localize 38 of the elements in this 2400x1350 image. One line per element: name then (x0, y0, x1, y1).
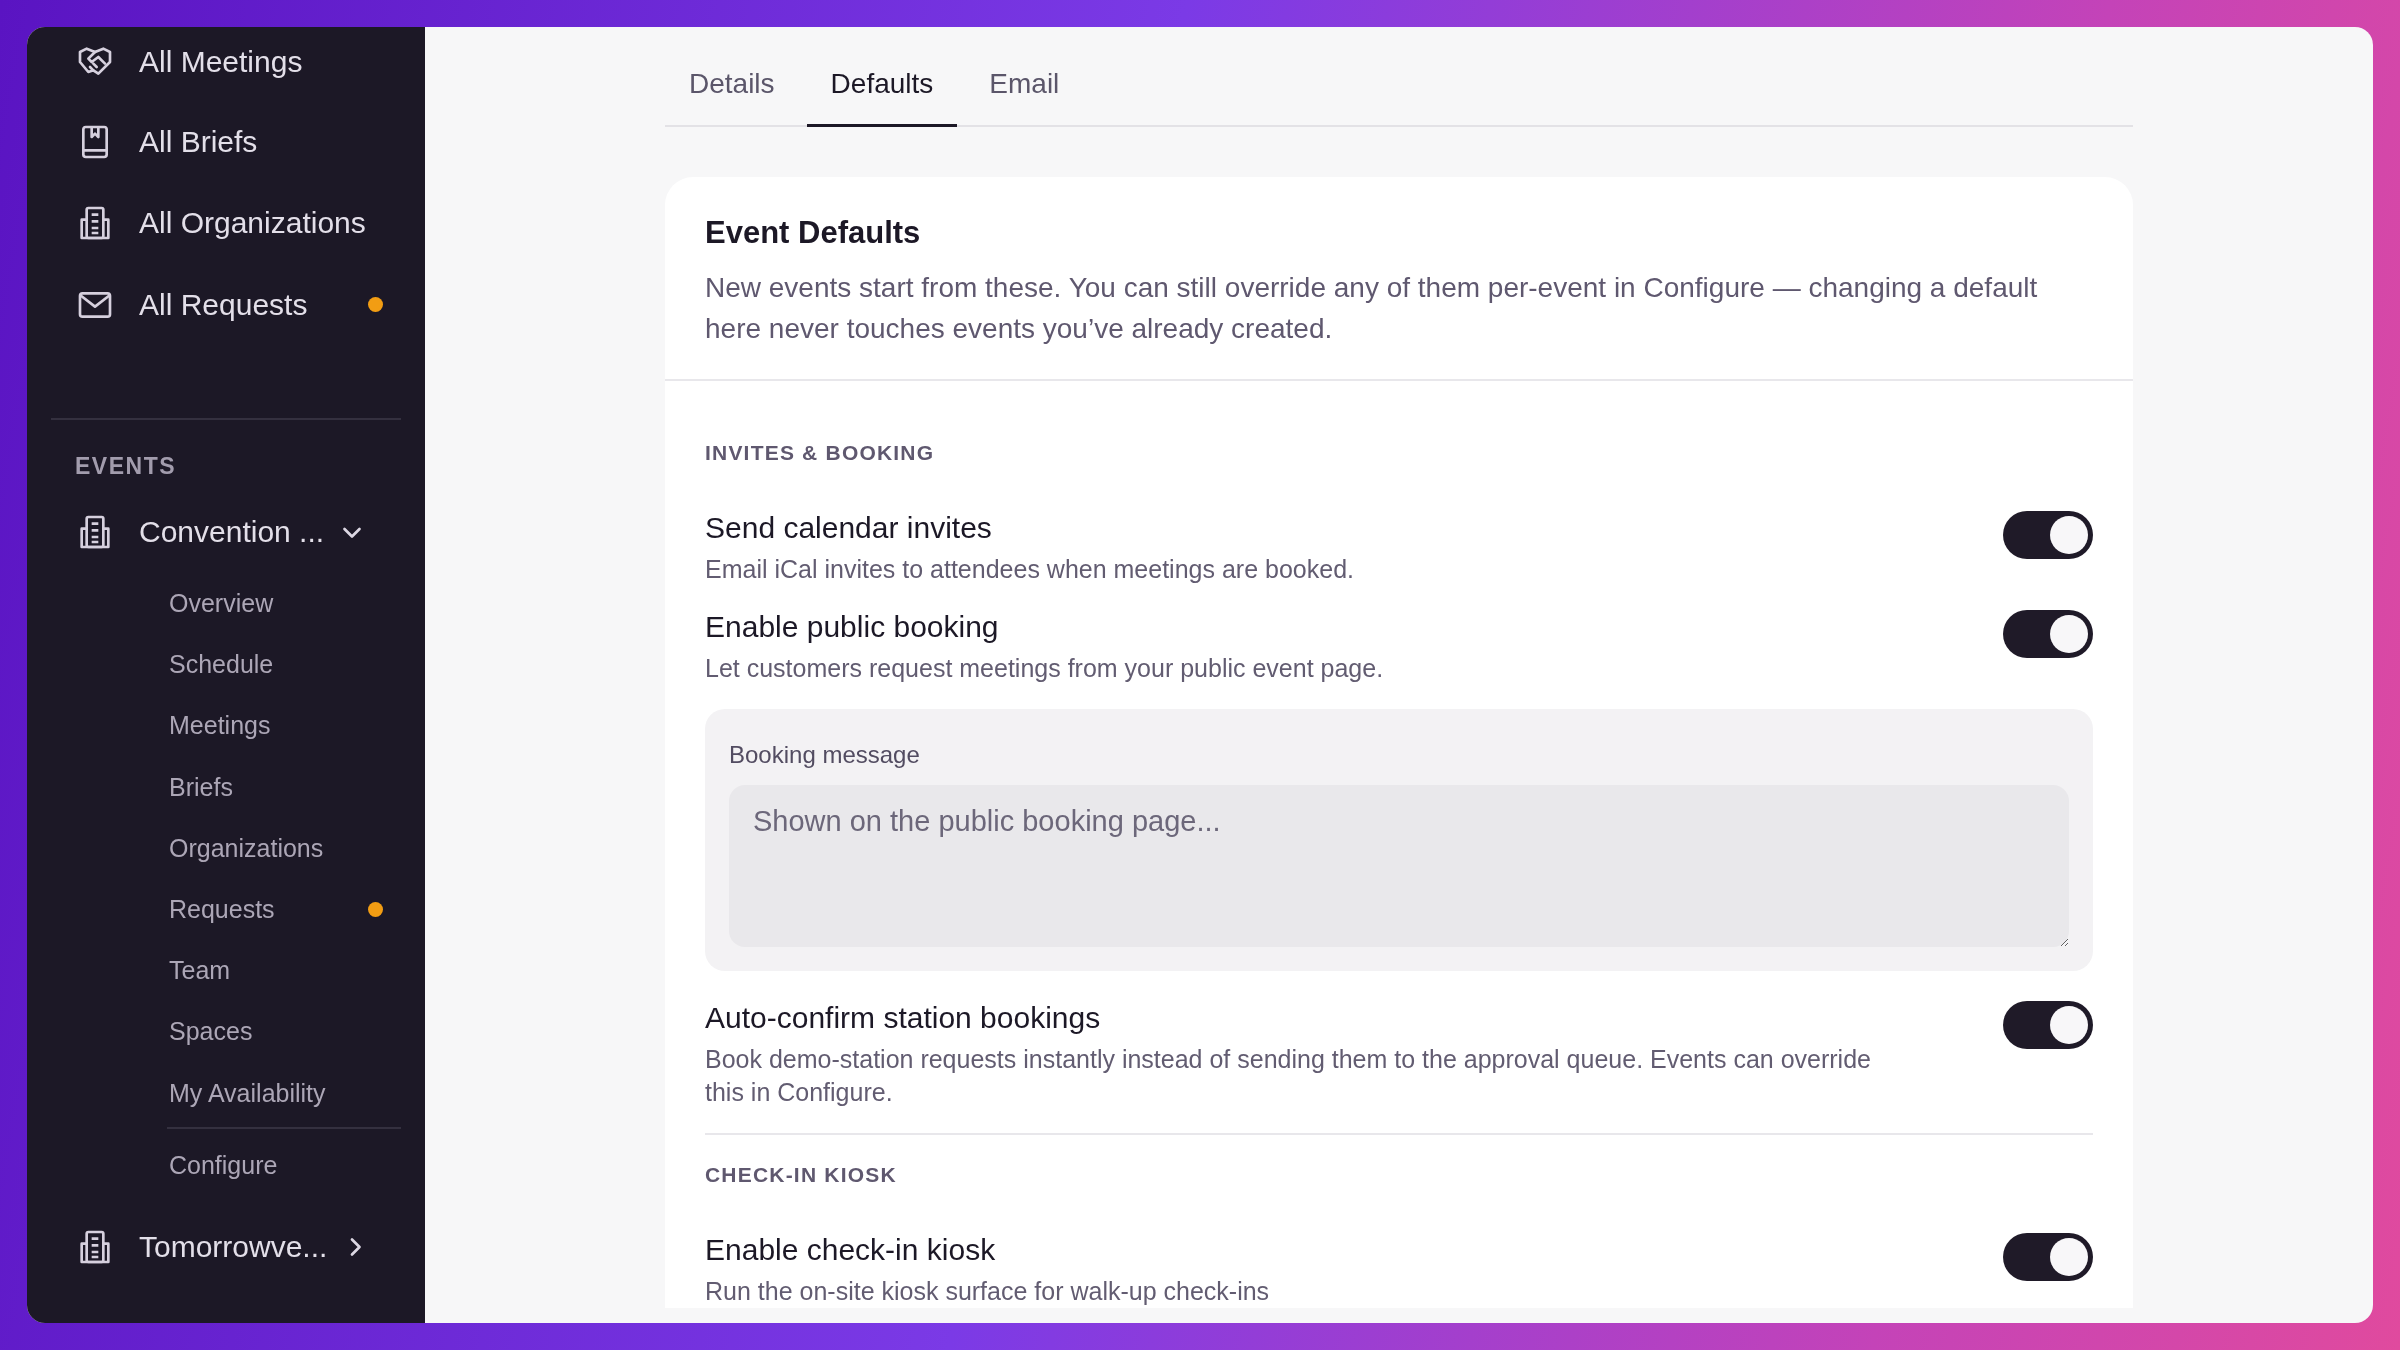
setting-description: Email iCal invites to attendees when meetings are booked. (705, 554, 1354, 585)
sidebar-sub-link[interactable]: Organizations (169, 833, 324, 863)
nav-link[interactable]: All Briefs (139, 124, 258, 159)
tab[interactable]: Details (665, 68, 799, 127)
nav-link[interactable]: All Requests (139, 287, 308, 322)
tab[interactable]: Email (965, 68, 1084, 127)
field-label: Booking message (729, 741, 921, 769)
toggle-switch[interactable] (2003, 610, 2093, 658)
toggle-switch[interactable] (2003, 1233, 2093, 1281)
section-label: EVENTS (75, 451, 178, 481)
sidebar-sub-link[interactable]: Schedule (169, 650, 274, 680)
sidebar-sub-link[interactable]: Team (169, 956, 231, 986)
sidebar-sub-link[interactable]: Spaces (169, 1017, 253, 1047)
nav-link[interactable]: All Organizations (139, 206, 366, 241)
setting-title: Enable public booking (705, 610, 1000, 644)
toggle-switch[interactable] (2003, 511, 2093, 559)
section-heading: INVITES & BOOKING (705, 441, 936, 465)
message-field[interactable]: Shown on the public booking page... (729, 785, 2069, 947)
setting-description: Book demo-station requests instantly instead of sending them to the approval queue. Events can override this in Configure. (705, 1044, 1872, 1108)
card-description: New events start from these. You can still override any of them per-event in Configure — changing a default here never touches events you’ve already created. (705, 271, 2039, 346)
sidebar-sub-link[interactable]: Briefs (169, 772, 233, 802)
tab[interactable]: Defaults (806, 68, 958, 127)
card-title: Event Defaults (705, 215, 922, 251)
sidebar-sub-link[interactable]: Requests (169, 895, 275, 925)
sidebar-sub-link[interactable]: Overview (169, 589, 274, 619)
setting-title: Send calendar invites (705, 511, 993, 545)
setting-title: Auto-confirm station bookings (705, 1001, 1102, 1035)
setting-description: Run the on-site kiosk surface for walk-up check-ins (705, 1276, 1270, 1307)
nav-link[interactable]: All Meetings (139, 45, 303, 79)
event-link[interactable]: Convention ... (139, 515, 325, 550)
section-heading: CHECK-IN KIOSK (705, 1163, 898, 1187)
event-link[interactable]: Tomorrowve... (139, 1229, 328, 1264)
sidebar-sub-link[interactable]: My Availability (169, 1078, 326, 1108)
sidebar-sub-link[interactable]: Configure (169, 1150, 278, 1180)
sidebar-sub-link[interactable]: Meetings (169, 711, 271, 741)
setting-title: Enable check-in kiosk (705, 1233, 997, 1267)
setting-description: Let customers request meetings from your public event page. (705, 653, 1384, 684)
toggle-switch[interactable] (2003, 1001, 2093, 1049)
